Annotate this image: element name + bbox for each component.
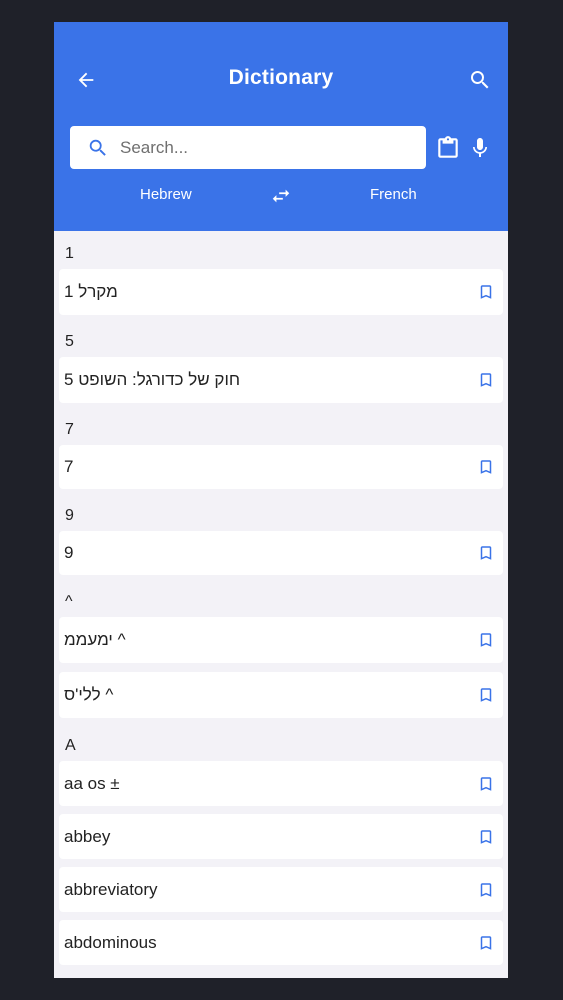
list-item[interactable]: חוק של כדורגל: השופט 5 — [59, 357, 503, 403]
search-button[interactable] — [460, 60, 500, 100]
list-item[interactable]: 9 — [59, 531, 503, 575]
page-title: Dictionary — [228, 66, 334, 89]
word-label: 9 — [64, 543, 74, 562]
language-selector: Hebrew French — [54, 184, 508, 208]
list-item[interactable]: ללי'ס ^ — [59, 672, 503, 718]
list-item[interactable]: abbreviatory — [59, 867, 503, 912]
section-header: 7 — [65, 421, 74, 438]
bookmark-icon — [480, 460, 492, 474]
bookmark-icon — [480, 776, 492, 791]
bookmark-button[interactable] — [475, 369, 497, 391]
bookmark-icon — [480, 373, 492, 387]
bookmark-button[interactable] — [475, 773, 497, 795]
search-field[interactable] — [70, 126, 426, 169]
section-header: ^ — [65, 593, 73, 610]
app-screen: Dictionary Hebrew French 1 מקרל 1 — [54, 22, 508, 978]
word-label: abbey — [64, 826, 111, 846]
bookmark-icon — [480, 935, 492, 950]
section-header: 5 — [65, 333, 74, 350]
voice-input-button[interactable] — [460, 128, 500, 168]
section-header: A — [65, 737, 76, 754]
bookmark-icon — [480, 546, 492, 560]
list-item[interactable]: aa os ± — [59, 761, 503, 806]
clipboard-icon — [438, 136, 458, 158]
app-bar: Dictionary Hebrew French — [54, 22, 508, 231]
bookmark-button[interactable] — [475, 932, 497, 954]
word-label: ללי'ס ^ — [64, 685, 114, 704]
list-item[interactable]: 7 — [59, 445, 503, 489]
list-item[interactable]: ימעממ ^ — [59, 617, 503, 663]
source-language[interactable]: Hebrew — [140, 186, 192, 203]
bookmark-icon — [480, 882, 492, 897]
bookmark-icon — [480, 285, 492, 299]
bookmark-button[interactable] — [475, 281, 497, 303]
list-item[interactable]: abbey — [59, 814, 503, 859]
search-field-icon — [78, 137, 118, 159]
swap-icon — [272, 189, 290, 203]
swap-languages-button[interactable] — [267, 184, 295, 208]
word-label: חוק של כדורגל: השופט 5 — [64, 370, 241, 389]
bookmark-button[interactable] — [475, 879, 497, 901]
search-icon — [471, 71, 489, 89]
bookmark-icon — [480, 829, 492, 844]
bookmark-button[interactable] — [475, 542, 497, 564]
list-item[interactable]: abdominous — [59, 920, 503, 965]
word-label: ימעממ ^ — [64, 630, 126, 649]
bookmark-button[interactable] — [475, 826, 497, 848]
bookmark-button[interactable] — [475, 684, 497, 706]
section-header: 1 — [65, 245, 74, 262]
word-label: abbreviatory — [64, 879, 158, 899]
word-label: aa os ± — [64, 773, 120, 793]
bookmark-button[interactable] — [475, 456, 497, 478]
section-header: 9 — [65, 507, 74, 524]
search-input[interactable] — [118, 136, 412, 159]
microphone-icon — [473, 138, 487, 157]
list-item[interactable]: מקרל 1 — [59, 269, 503, 315]
word-label: abdominous — [64, 932, 157, 952]
bookmark-button[interactable] — [475, 629, 497, 651]
word-label: 7 — [64, 457, 74, 476]
bookmark-icon — [480, 688, 492, 702]
word-label: מקרל 1 — [64, 282, 118, 301]
bookmark-icon — [480, 633, 492, 647]
target-language[interactable]: French — [370, 186, 417, 203]
